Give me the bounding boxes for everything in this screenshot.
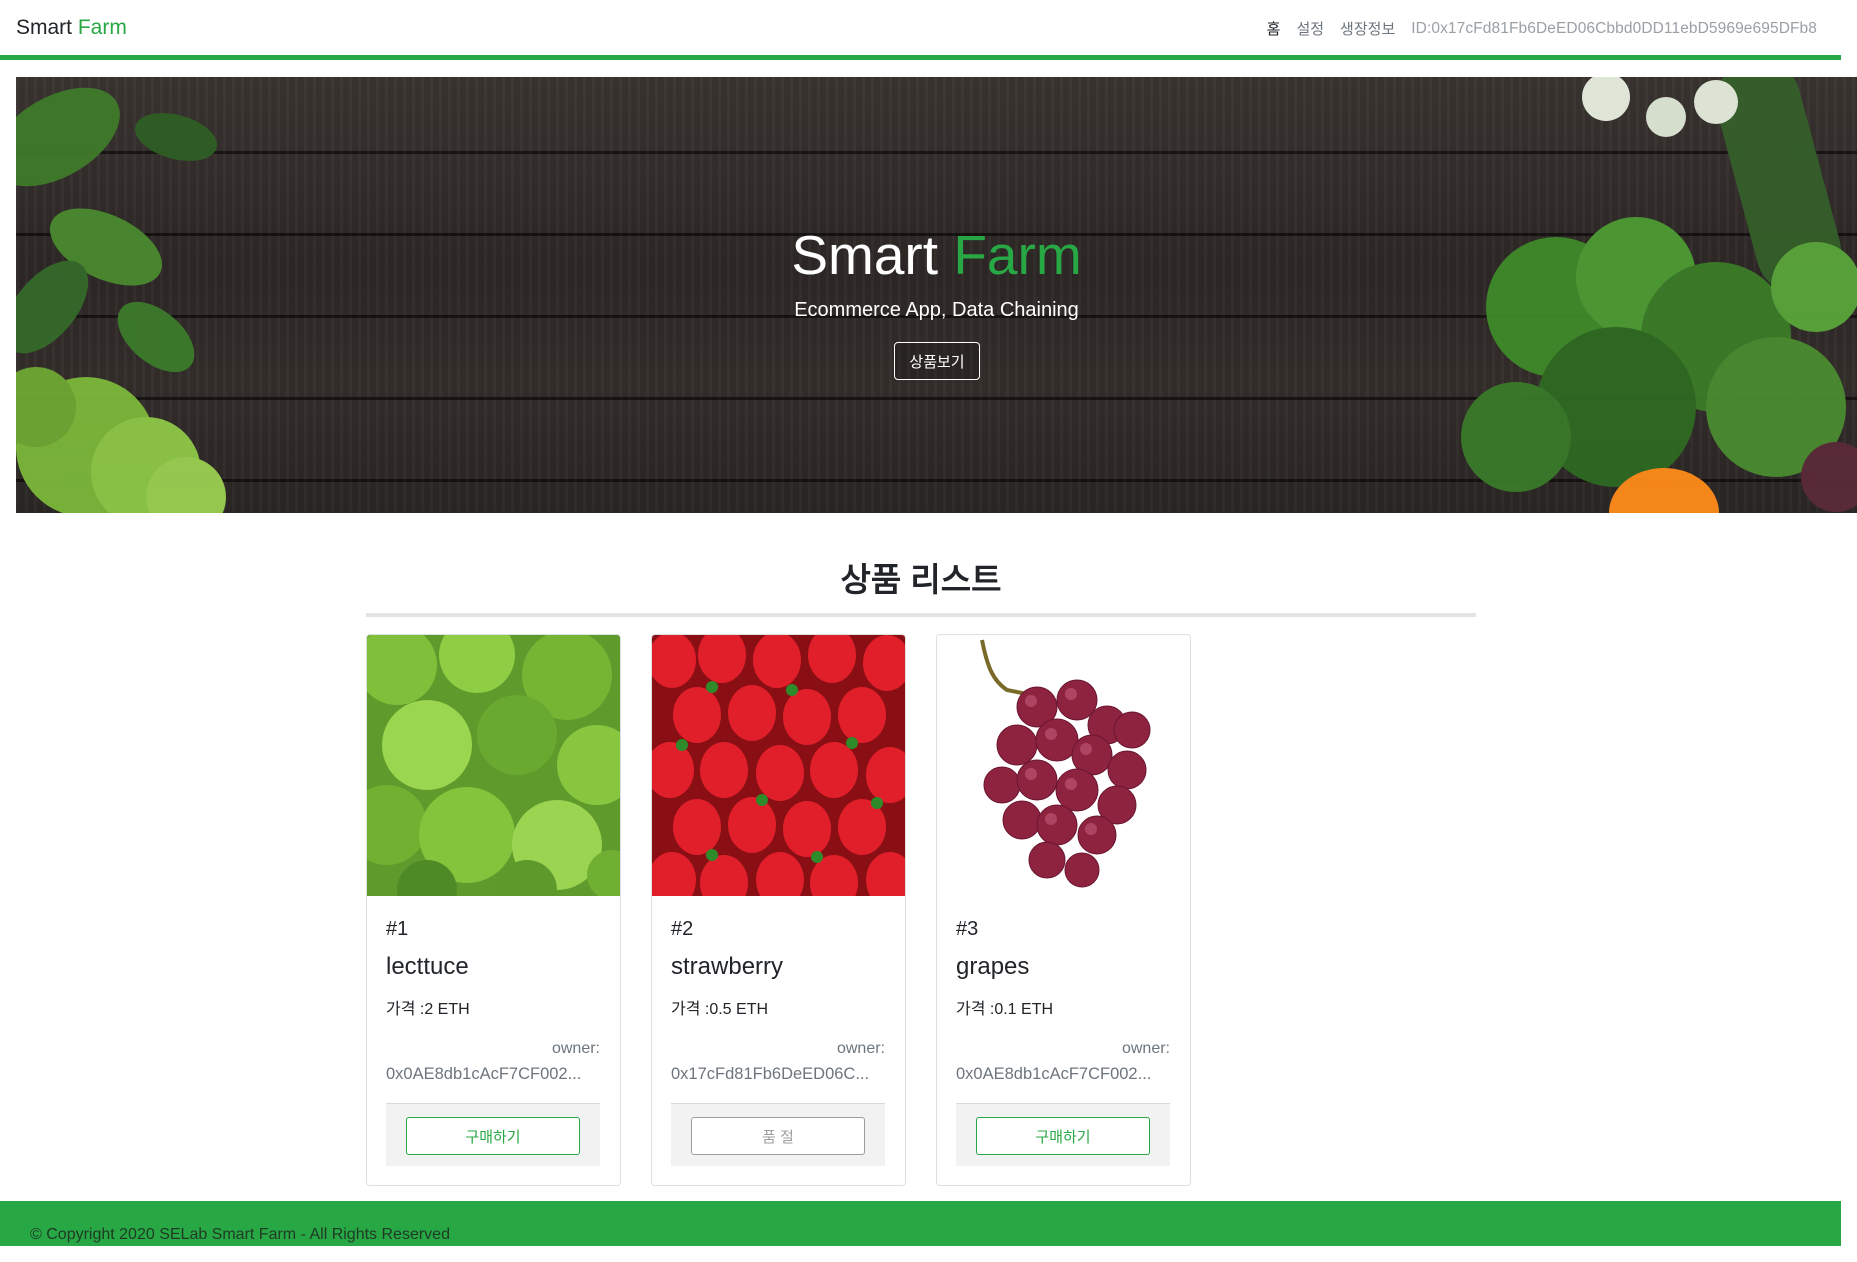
card-footer: 구매하기 bbox=[386, 1103, 600, 1166]
product-name: lecttuce bbox=[386, 953, 469, 980]
owner-address: 0x0AE8db1cAcF7CF002... bbox=[386, 1065, 582, 1083]
product-card-3: #3 grapes 가격 :0.1 ETH owner: 0x0AE8db1cA… bbox=[936, 634, 1191, 1186]
product-number: #2 bbox=[671, 918, 694, 940]
nav-link-settings[interactable]: 설정 bbox=[1296, 18, 1324, 39]
grapes-image bbox=[937, 635, 1190, 896]
section-divider bbox=[366, 613, 1476, 617]
owner-address: 0x17cFd81Fb6DeED06C... bbox=[671, 1065, 870, 1083]
owner-label: owner: bbox=[551, 1040, 600, 1057]
hero-title: Smart Farm bbox=[16, 223, 1857, 287]
product-card-1: #1 lecttuce 가격 :2 ETH owner: 0x0AE8db1cA… bbox=[366, 634, 621, 1186]
hero-subtitle: Ecommerce App, Data Chaining bbox=[794, 299, 1079, 321]
product-number: #3 bbox=[956, 918, 979, 940]
copyright-text: © Copyright 2020 SELab Smart Farm - All … bbox=[30, 1226, 450, 1243]
owner-address: 0x0AE8db1cAcF7CF002... bbox=[956, 1065, 1152, 1083]
nav-link-home[interactable]: 홈 bbox=[1267, 18, 1281, 39]
buy-button[interactable]: 구매하기 bbox=[976, 1117, 1150, 1155]
product-number: #1 bbox=[386, 918, 409, 940]
strawberry-image bbox=[652, 635, 905, 896]
buy-button[interactable]: 구매하기 bbox=[406, 1117, 580, 1155]
brand-accent-text: Farm bbox=[77, 16, 127, 39]
hero-title-accent: Farm bbox=[953, 224, 1082, 286]
product-price: 가격 :2 ETH bbox=[386, 1001, 470, 1018]
owner-label: owner: bbox=[836, 1040, 885, 1057]
nav-link-growth-info[interactable]: 생장정보 bbox=[1340, 18, 1395, 39]
hero-banner: Smart Farm Ecommerce App, Data Chaining … bbox=[16, 77, 1857, 513]
product-price: 가격 :0.1 ETH bbox=[956, 1001, 1054, 1018]
product-card-2: #2 strawberry 가격 :0.5 ETH owner: 0x17cFd… bbox=[651, 634, 906, 1186]
page-footer: © Copyright 2020 SELab Smart Farm - All … bbox=[0, 1201, 1841, 1246]
view-products-button[interactable]: 상품보기 bbox=[894, 342, 980, 380]
user-account-id: ID:0x17cFd81Fb6DeED06Cbbd0DD11ebD5969e69… bbox=[1411, 19, 1817, 37]
product-name: grapes bbox=[956, 953, 1030, 980]
product-name: strawberry bbox=[671, 953, 784, 980]
product-list-title: 상품 리스트 bbox=[840, 561, 1002, 598]
nav-links: 홈 설정 생장정보 ID:0x17cFd81Fb6DeED06Cbbd0DD11… bbox=[1267, 18, 1817, 39]
top-navbar: Smart Farm 홈 설정 생장정보 ID:0x17cFd81Fb6DeED… bbox=[0, 0, 1841, 60]
card-footer: 품 절 bbox=[671, 1103, 885, 1166]
hero-title-main: Smart bbox=[791, 224, 939, 286]
brand-main-text: Smart bbox=[16, 16, 73, 39]
lettuce-image bbox=[367, 635, 620, 896]
product-price: 가격 :0.5 ETH bbox=[671, 1001, 769, 1018]
card-footer: 구매하기 bbox=[956, 1103, 1170, 1166]
brand-logo[interactable]: Smart Farm bbox=[16, 16, 127, 40]
sold-out-button[interactable]: 품 절 bbox=[691, 1117, 865, 1155]
vegetables-background-image bbox=[16, 77, 1857, 513]
owner-label: owner: bbox=[1121, 1040, 1170, 1057]
